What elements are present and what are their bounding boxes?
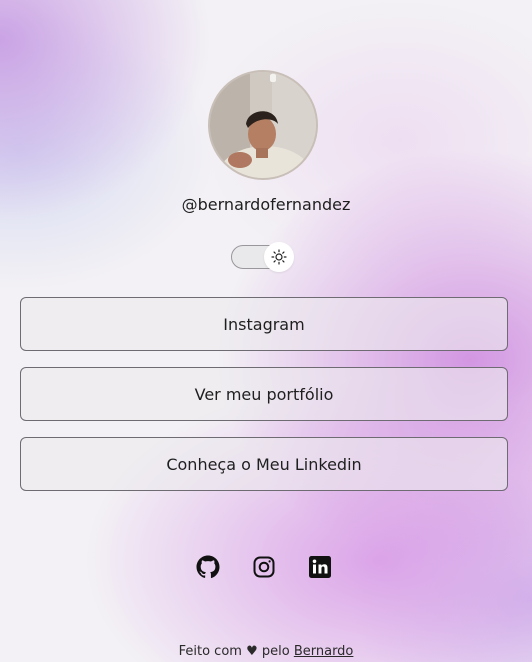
github-icon[interactable] — [196, 555, 220, 579]
button-label: Ver meu portfólio — [194, 384, 334, 404]
author-link[interactable]: Bernardo — [294, 644, 354, 659]
avatar — [208, 70, 318, 180]
instagram-link-button[interactable]: Instagram — [20, 297, 508, 351]
instagram-icon[interactable] — [252, 555, 276, 579]
linkedin-icon[interactable] — [308, 555, 332, 579]
profile-photo — [210, 72, 316, 178]
sun-icon — [271, 249, 287, 265]
theme-toggle[interactable] — [231, 242, 294, 272]
button-label: Instagram — [223, 314, 305, 334]
footer-text-by: pelo — [257, 644, 294, 659]
portfolio-link-button[interactable]: Ver meu portfólio — [20, 367, 508, 421]
heart-icon: ♥ — [246, 644, 258, 659]
username: @bernardofernandez — [181, 195, 351, 214]
footer: Feito com ♥ pelo Bernardo — [0, 644, 532, 659]
toggle-knob[interactable] — [264, 242, 294, 272]
linkedin-link-button[interactable]: Conheça o Meu Linkedin — [20, 437, 508, 491]
button-label: Conheça o Meu Linkedin — [166, 454, 362, 474]
footer-text: Feito com — [178, 644, 247, 659]
